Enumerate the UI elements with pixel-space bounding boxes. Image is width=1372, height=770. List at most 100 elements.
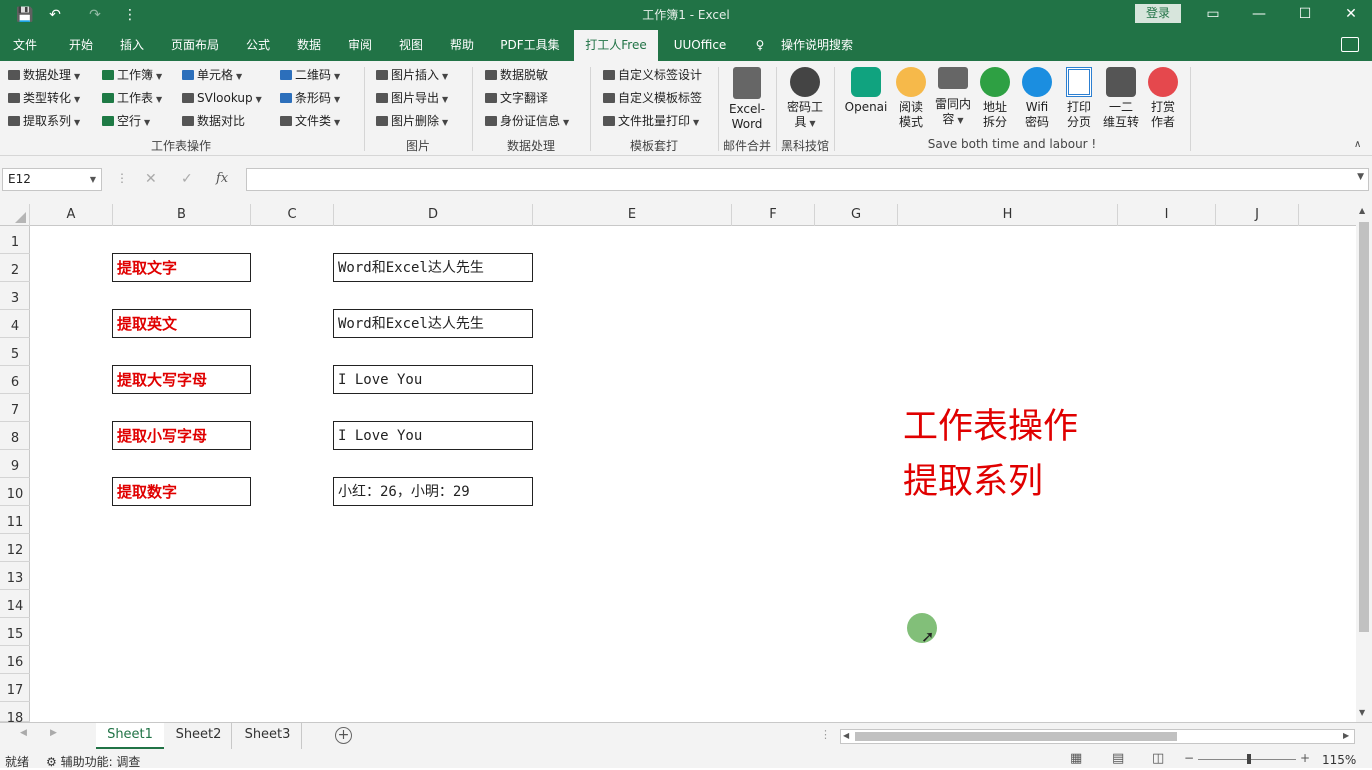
duplicate-content-button[interactable]: 雷同内 容 ▼ [932,65,974,128]
cell-d4[interactable]: Word和Excel达人先生 [333,309,533,338]
column-header-e[interactable]: E [533,204,732,226]
tab-file[interactable]: 文件 [0,30,50,61]
scroll-down-icon[interactable]: ▼ [1359,708,1365,717]
workbook-button[interactable]: 工作簿 ▼ [102,65,162,85]
prev-sheet-icon[interactable]: ◀ [20,728,27,738]
column-header-a[interactable]: A [30,204,113,226]
split-handle-icon[interactable]: ⋮ [820,728,831,741]
ribbon-display-icon[interactable]: ▭ [1190,0,1236,30]
row-header[interactable]: 1 [0,226,30,254]
batch-print-button[interactable]: 文件批量打印 ▼ [603,111,699,131]
row-header[interactable]: 6 [0,366,30,394]
file-class-button[interactable]: 文件类 ▼ [280,111,340,131]
comment-icon[interactable] [1341,37,1359,52]
maximize-icon[interactable]: ☐ [1282,0,1328,30]
custom-template-label-button[interactable]: 自定义模板标签 [603,88,702,108]
tab-dagongren-free[interactable]: 打工人Free [574,30,658,61]
row-header[interactable]: 17 [0,674,30,702]
enter-icon[interactable]: ✓ [181,171,193,187]
cancel-icon[interactable]: ✕ [145,171,157,187]
address-split-button[interactable]: 地址 拆分 [974,65,1016,130]
row-header[interactable]: 8 [0,422,30,450]
zoom-in-icon[interactable]: + [1300,751,1310,765]
extract-series-button[interactable]: 提取系列 ▼ [8,111,80,131]
cell-d10[interactable]: 小红：26，小明：29 [333,477,533,506]
horizontal-scroll-thumb[interactable] [855,732,1177,741]
tab-formulas[interactable]: 公式 [234,30,282,61]
tab-uuoffice[interactable]: UUOffice [664,30,736,61]
zoom-out-icon[interactable]: − [1184,751,1194,765]
name-box[interactable]: E12 ▼ [2,168,102,191]
row-header[interactable]: 12 [0,534,30,562]
cell-d8[interactable]: I Love You [333,421,533,450]
tab-data[interactable]: 数据 [286,30,332,61]
column-header-b[interactable]: B [113,204,251,226]
vertical-scrollbar[interactable]: ▲ ▼ [1356,204,1372,722]
insert-function-icon[interactable]: fx [216,171,228,186]
close-icon[interactable]: ✕ [1328,0,1372,30]
data-process-button[interactable]: 数据处理 ▼ [8,65,80,85]
row-header[interactable]: 11 [0,506,30,534]
row-header[interactable]: 14 [0,590,30,618]
page-break-view-icon[interactable]: ◫ [1152,751,1164,766]
zoom-level[interactable]: 115% [1322,753,1356,767]
tip-author-button[interactable]: 打赏 作者 [1142,65,1184,130]
row-header[interactable]: 18 [0,702,30,726]
tell-me-search[interactable]: 操作说明搜索 [776,30,858,61]
cell-b8[interactable]: 提取小写字母 [112,421,251,450]
tab-insert[interactable]: 插入 [108,30,156,61]
column-header-f[interactable]: F [732,204,815,226]
barcode-button[interactable]: 条形码 ▼ [280,88,340,108]
tab-pdf-tools[interactable]: PDF工具集 [492,30,568,61]
openai-button[interactable]: Openai [842,65,890,115]
row-header[interactable]: 5 [0,338,30,366]
qrcode-button[interactable]: 二维码 ▼ [280,65,340,85]
row-header[interactable]: 7 [0,394,30,422]
qr-convert-button[interactable]: 一二 维互转 [1100,65,1142,130]
column-header-c[interactable]: C [251,204,334,226]
column-header-h[interactable]: H [898,204,1118,226]
normal-view-icon[interactable]: ▦ [1070,751,1082,766]
excel-word-button[interactable]: Excel- Word [724,65,770,132]
svlookup-button[interactable]: SVlookup ▼ [182,88,262,108]
column-header-i[interactable]: I [1118,204,1216,226]
cell-d2[interactable]: Word和Excel达人先生 [333,253,533,282]
print-pagebreak-button[interactable]: 打印 分页 [1058,65,1100,130]
data-compare-button[interactable]: 数据对比 [182,111,245,131]
blank-row-button[interactable]: 空行 ▼ [102,111,150,131]
scroll-right-icon[interactable]: ▶ [1343,731,1349,740]
cell-b4[interactable]: 提取英文 [112,309,251,338]
cell-button[interactable]: 单元格 ▼ [182,65,242,85]
row-header[interactable]: 3 [0,282,30,310]
cell-b2[interactable]: 提取文字 [112,253,251,282]
tab-view[interactable]: 视图 [387,30,435,61]
collapse-ribbon-icon[interactable]: ∧ [1354,139,1361,150]
row-header[interactable]: 4 [0,310,30,338]
cell-b10[interactable]: 提取数字 [112,477,251,506]
vertical-scroll-thumb[interactable] [1359,222,1369,632]
image-delete-button[interactable]: 图片删除 ▼ [376,111,448,131]
scroll-up-icon[interactable]: ▲ [1359,206,1365,215]
id-info-button[interactable]: 身份证信息 ▼ [485,111,569,131]
horizontal-scrollbar[interactable]: ◀ ▶ [840,729,1355,744]
column-header-d[interactable]: D [334,204,533,226]
tab-sheet2[interactable]: Sheet2 [166,723,232,749]
add-sheet-icon[interactable]: + [335,727,352,744]
minimize-icon[interactable]: — [1236,0,1282,30]
column-header-j[interactable]: J [1216,204,1299,226]
row-header[interactable]: 2 [0,254,30,282]
translate-button[interactable]: 文字翻译 [485,88,548,108]
column-header-g[interactable]: G [815,204,898,226]
image-insert-button[interactable]: 图片插入 ▼ [376,65,448,85]
tab-home[interactable]: 开始 [56,30,106,61]
login-button[interactable]: 登录 [1135,4,1181,23]
reading-mode-button[interactable]: 阅读 模式 [890,65,932,130]
page-layout-view-icon[interactable]: ▤ [1112,751,1124,766]
zoom-slider-thumb[interactable] [1247,754,1251,764]
wifi-password-button[interactable]: Wifi 密码 [1016,65,1058,130]
type-convert-button[interactable]: 类型转化 ▼ [8,88,80,108]
accessibility-status[interactable]: ⚙ 辅助功能: 调查 [46,753,140,770]
row-header[interactable]: 16 [0,646,30,674]
row-header[interactable]: 13 [0,562,30,590]
formula-input[interactable]: ▼ [246,168,1369,191]
